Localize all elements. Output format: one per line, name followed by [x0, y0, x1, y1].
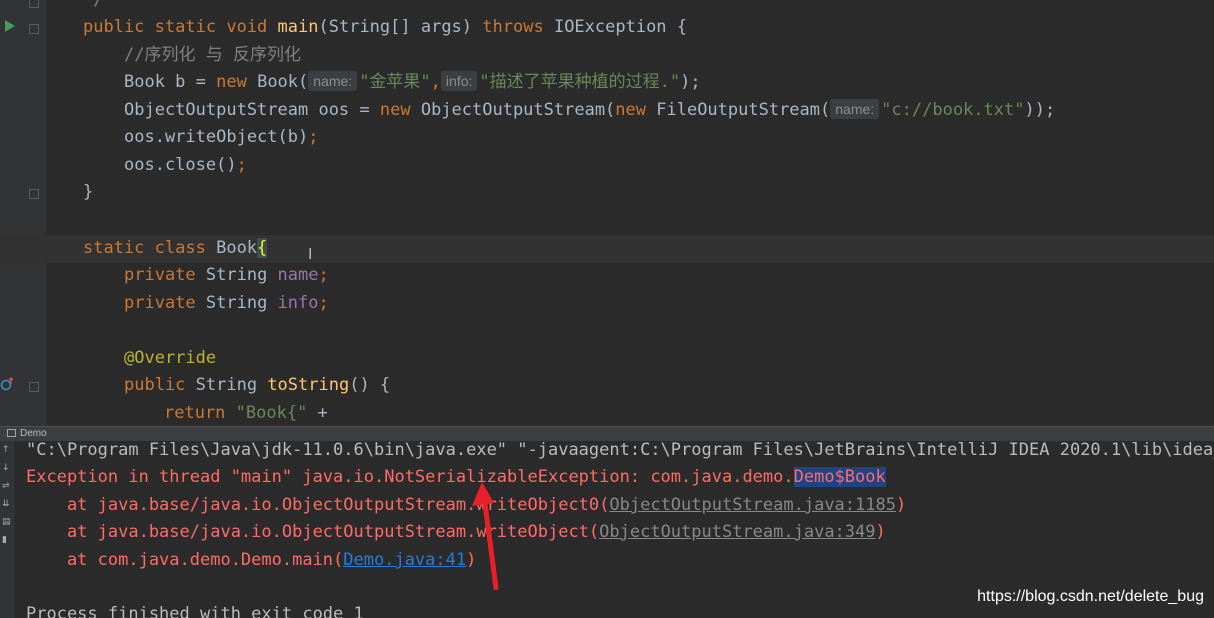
- trace-text: at com.java.demo.Demo.main(: [26, 550, 344, 570]
- field-name: info: [277, 293, 319, 313]
- type: String: [195, 265, 278, 285]
- watermark: https://blog.csdn.net/delete_bug: [977, 588, 1204, 605]
- print-icon[interactable]: ▤: [2, 517, 11, 527]
- param-hint: name:: [308, 71, 358, 91]
- exception-text: Exception in thread "main" java.io.NotSe…: [26, 467, 794, 487]
- keyword: new: [615, 100, 647, 120]
- string-literal: "c://book.txt": [881, 100, 1025, 120]
- scroll-to-end-icon[interactable]: ⇊: [2, 499, 10, 509]
- code-text: oos.close(): [124, 155, 237, 175]
- param-hint: name:: [830, 99, 880, 119]
- punct: ;: [318, 265, 329, 285]
- field-name: name: [277, 265, 319, 285]
- type: String: [195, 293, 278, 313]
- code-text: FileOutputStream(: [646, 100, 831, 120]
- type: String: [185, 375, 268, 395]
- trace-link-demo[interactable]: Demo.java:41: [343, 550, 466, 570]
- punct: ;: [308, 127, 319, 147]
- code-text: }: [83, 182, 94, 202]
- keyword: void: [226, 17, 268, 37]
- code-line: oos.close();: [0, 152, 1214, 180]
- stack-trace-line: at java.base/java.io.ObjectOutputStream.…: [26, 492, 1214, 520]
- trace-link[interactable]: ObjectOutputStream.java:1185: [609, 495, 896, 515]
- code-line: public String toString() {: [0, 372, 1214, 400]
- code-line: //序列化 与 反序列化: [0, 42, 1214, 70]
- text-cursor-icon: I: [308, 245, 313, 263]
- keyword: private: [124, 293, 196, 313]
- code-text: Book(: [246, 72, 309, 92]
- keyword: throws: [482, 17, 544, 37]
- keyword: static: [83, 238, 145, 258]
- trace-text: ): [875, 522, 886, 542]
- code-line: return "Book{" +: [0, 400, 1214, 426]
- code-line: public static void main(String[] args) t…: [0, 14, 1214, 42]
- code-text: +: [307, 403, 328, 423]
- soft-wrap-icon[interactable]: ⇌: [2, 481, 10, 491]
- trash-icon[interactable]: ▮: [2, 535, 7, 545]
- keyword: private: [124, 265, 196, 285]
- console-exception-line: Exception in thread "main" java.io.NotSe…: [26, 464, 1214, 492]
- punct: ;: [318, 293, 329, 313]
- down-arrow-icon[interactable]: ↓: [2, 463, 10, 473]
- up-arrow-icon[interactable]: ↑: [2, 445, 10, 455]
- method-name: toString: [267, 375, 350, 395]
- code-line-current: static class Book{: [0, 235, 1214, 263]
- keyword: static: [154, 17, 217, 37]
- param-hint: info:: [440, 71, 478, 91]
- code-text: ));: [1024, 100, 1056, 120]
- trace-link[interactable]: ObjectOutputStream.java:349: [599, 522, 875, 542]
- stack-trace-line: at com.java.demo.Demo.main(Demo.java:41): [26, 547, 1214, 575]
- params: (String[] args): [318, 17, 473, 37]
- code-line: Book b = new Book(name: "金苹果", info: "描述了苹果…: [0, 69, 1214, 97]
- keyword: public: [83, 17, 145, 37]
- trace-text: ): [895, 495, 907, 515]
- comment: //序列化 与 反序列化: [124, 45, 301, 65]
- code-line: @Override: [0, 345, 1214, 373]
- class-name: Book: [205, 238, 258, 258]
- run-tab-icon: [7, 429, 16, 437]
- code-text: oos.writeObject(b): [124, 127, 309, 147]
- code-text: () {: [349, 375, 391, 395]
- keyword: public: [124, 375, 186, 395]
- code-text: Book b =: [124, 72, 217, 92]
- code-text: ObjectOutputStream(: [410, 100, 616, 120]
- exception-class-selected[interactable]: Demo$Book: [793, 467, 886, 487]
- tab-run-demo[interactable]: Demo: [20, 427, 47, 441]
- punct: ;: [236, 155, 247, 175]
- console-toolbar: ↑ ↓ ⇌ ⇊ ▤ ▮: [0, 441, 14, 618]
- string-literal: "金苹果": [359, 72, 431, 92]
- run-tool-window-header: Demo: [0, 426, 1214, 441]
- console-command-line: "C:\Program Files\Java\jdk-11.0.6\bin\ja…: [26, 441, 1214, 460]
- punct: ,: [430, 72, 441, 92]
- comment: */: [83, 0, 104, 10]
- method-name: main: [277, 17, 319, 37]
- keyword: return: [164, 403, 226, 423]
- string-literal: "描述了苹果种植的过程.": [479, 72, 681, 92]
- annotation: @Override: [124, 348, 217, 368]
- keyword: class: [154, 238, 206, 258]
- stack-trace-line: at java.base/java.io.ObjectOutputStream.…: [26, 519, 1214, 547]
- code-line: private String name;: [0, 262, 1214, 290]
- keyword: new: [216, 72, 247, 92]
- code-editor[interactable]: */ public static void main(String[] args…: [0, 0, 1214, 426]
- code-text: ObjectOutputStream oos =: [124, 100, 380, 120]
- trace-text: at java.base/java.io.ObjectOutputStream.…: [26, 495, 610, 515]
- code-line: */: [0, 0, 1214, 15]
- keyword: new: [379, 100, 411, 120]
- code-line: private String info;: [0, 290, 1214, 318]
- string-literal: "Book{": [225, 403, 308, 423]
- red-arrow-annotation-icon: [472, 482, 499, 590]
- brace-match: {: [257, 238, 268, 258]
- code-line: ObjectOutputStream oos = new ObjectOutpu…: [0, 97, 1214, 125]
- code-text: );: [680, 72, 701, 92]
- code-line: oos.writeObject(b);: [0, 124, 1214, 152]
- trace-text: at java.base/java.io.ObjectOutputStream.…: [26, 522, 600, 542]
- code-line: }: [0, 179, 1214, 207]
- exception-type: IOException {: [553, 17, 688, 37]
